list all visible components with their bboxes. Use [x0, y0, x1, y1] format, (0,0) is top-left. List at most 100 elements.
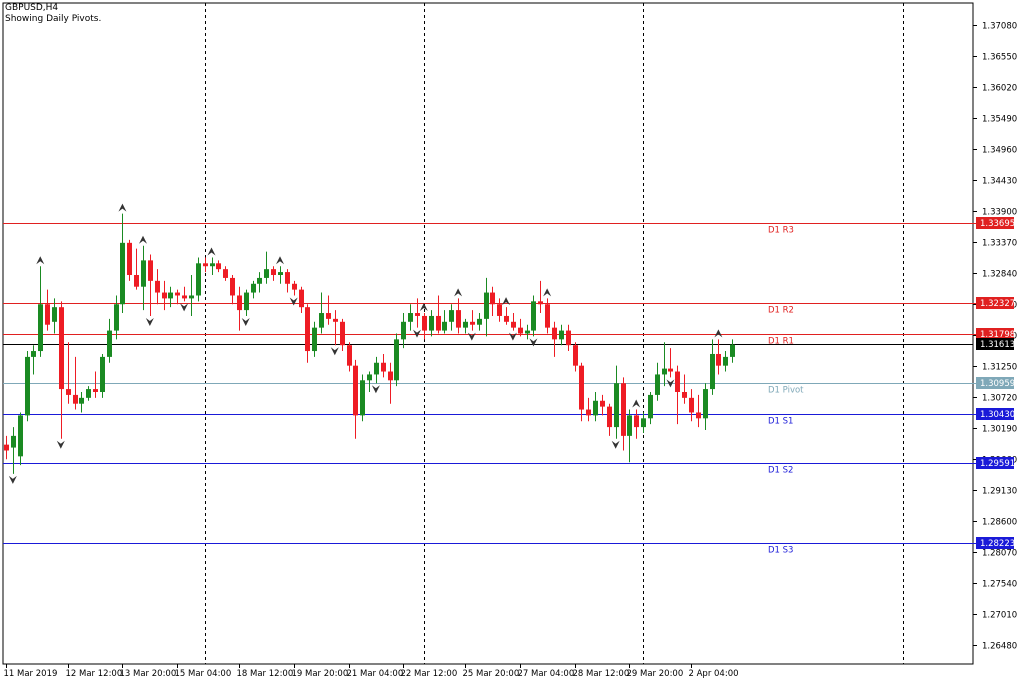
candle-body-1 — [11, 435, 16, 448]
candle-body-41 — [285, 272, 290, 284]
level-label-d1-pivot: D1 Pivot — [768, 386, 804, 396]
candle-body-103 — [710, 353, 715, 390]
candle-body-102 — [703, 389, 708, 419]
y-tick-label-2: 1.36020 — [982, 84, 1017, 94]
fractal-down-10 — [289, 297, 298, 306]
candle-body-87 — [600, 400, 605, 407]
fractal-up-9 — [276, 256, 284, 265]
candle-body-106 — [730, 344, 735, 357]
candle-body-97 — [668, 368, 673, 372]
fractal-down-12 — [371, 385, 380, 394]
candle-body-8 — [59, 307, 64, 390]
candle-body-18 — [127, 242, 132, 276]
level-price-tag-d1-r3: 1.33695 — [980, 219, 1015, 229]
candle-body-21 — [148, 260, 153, 281]
candle-body-64 — [442, 321, 447, 331]
chart-frame — [2, 2, 974, 665]
time-axis[interactable]: 11 Mar 2019 12 Mar 12:0013 Mar 20:0015 Ma… — [4, 664, 739, 679]
fractal-down-2 — [56, 440, 65, 449]
candle-body-67 — [463, 321, 468, 328]
candle-body-68 — [470, 321, 475, 325]
candle-body-86 — [593, 400, 598, 416]
y-tick-label-16: 1.28600 — [982, 518, 1017, 528]
candles — [4, 213, 735, 474]
fractal-up-1 — [36, 256, 45, 265]
x-tick-label-3: 15 Mar 04:00 — [175, 669, 232, 679]
fractal-down-18 — [508, 332, 517, 341]
candle-body-76 — [525, 330, 530, 334]
y-tick-label-0: 1.37080 — [982, 22, 1017, 32]
candle-body-31 — [216, 263, 221, 270]
candle-body-56 — [388, 371, 393, 381]
x-tick-label-6: 21 Mar 04:00 — [347, 669, 404, 679]
candle-body-96 — [662, 368, 667, 375]
x-tick-label-8: 25 Mar 20:00 — [463, 669, 520, 679]
y-tick-label-8: 1.32840 — [982, 270, 1017, 280]
y-tick-label-7: 1.33370 — [982, 239, 1017, 249]
candle-body-51 — [353, 365, 358, 416]
candle-body-10 — [73, 394, 78, 404]
candle-body-37 — [257, 277, 262, 284]
candle-body-20 — [141, 260, 146, 287]
candle-body-98 — [675, 371, 680, 392]
candle-body-82 — [566, 330, 571, 346]
candle-body-24 — [168, 292, 173, 299]
fractal-up-3 — [118, 203, 127, 212]
level-label-d1-r2: D1 R2 — [768, 306, 794, 316]
candle-body-50 — [347, 345, 352, 366]
candle-body-36 — [251, 283, 256, 293]
candle-body-46 — [319, 313, 324, 328]
level-label-d1-s2: D1 S2 — [768, 466, 793, 476]
fractal-down-21 — [611, 440, 620, 449]
candle-body-79 — [545, 304, 550, 328]
candle-body-42 — [292, 283, 297, 290]
candle-body-94 — [648, 394, 653, 419]
candle-body-53 — [367, 374, 372, 381]
x-tick-label-7: 22 Mar 12:00 — [401, 669, 458, 679]
fractal-down-13 — [413, 329, 421, 338]
x-tick-label-2: 13 Mar 20:00 — [120, 669, 177, 679]
candle-body-74 — [511, 321, 516, 328]
y-tick-label-5: 1.34430 — [982, 177, 1017, 187]
chart-title: GBPUSD,H4 — [5, 3, 59, 13]
fractal-up-15 — [454, 288, 463, 297]
candle-body-26 — [182, 295, 187, 299]
candle-body-55 — [381, 362, 386, 372]
price-axis[interactable]: 1.37080 1.36550 1.36020 1.35490 1.34960 1.344… — [973, 22, 1017, 652]
candle-body-33 — [230, 277, 235, 296]
candle-body-11 — [79, 397, 84, 404]
candle-body-35 — [244, 292, 249, 311]
candle-body-62 — [429, 315, 434, 331]
candle-body-27 — [189, 295, 194, 299]
level-price-tag-d1-s2: 1.29591 — [980, 459, 1015, 469]
candle-body-52 — [360, 380, 365, 416]
candle-body-104 — [716, 353, 721, 366]
price-chart[interactable]: D1 R3D1 R2D1 R1D1 PivotD1 S1D1 S2D1 S3 1… — [0, 0, 1024, 683]
candle-body-19 — [134, 275, 139, 287]
candle-body-63 — [436, 315, 441, 331]
fractal-up-7 — [207, 247, 216, 256]
candle-body-91 — [627, 415, 632, 436]
candle-body-73 — [504, 315, 509, 322]
candle-body-71 — [490, 292, 495, 305]
candle-body-58 — [401, 321, 406, 340]
fractal-up-14 — [419, 303, 428, 312]
y-tick-label-19: 1.27010 — [982, 611, 1017, 621]
candle-body-14 — [100, 356, 105, 392]
fractal-down-5 — [145, 317, 154, 326]
candle-body-89 — [614, 383, 619, 428]
level-label-d1-s3: D1 S3 — [768, 546, 793, 556]
candle-body-32 — [223, 269, 228, 278]
candle-body-3 — [25, 356, 30, 416]
candle-body-2 — [18, 415, 23, 457]
candle-body-83 — [573, 345, 578, 366]
level-price-tag-d1-s3: 1.28223 — [980, 539, 1015, 549]
candle-body-92 — [634, 415, 639, 428]
chart-subtitle: Showing Daily Pivots. — [5, 14, 102, 24]
candle-body-70 — [484, 292, 489, 319]
candle-body-25 — [175, 292, 180, 296]
candle-body-4 — [31, 351, 36, 357]
level-label-d1-r3: D1 R3 — [768, 226, 794, 236]
candle-body-23 — [162, 292, 167, 299]
level-price-tag-d1-pivot: 1.30959 — [980, 379, 1015, 389]
